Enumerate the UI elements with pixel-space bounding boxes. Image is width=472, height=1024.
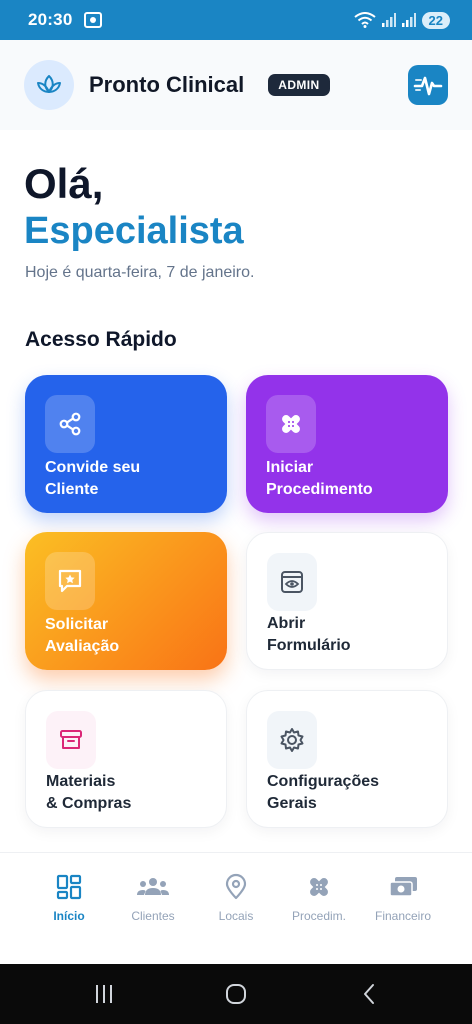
nav-finance[interactable]: Financeiro — [358, 873, 448, 923]
admin-badge: ADMIN — [268, 74, 330, 96]
bandage-icon — [310, 878, 328, 896]
greeting-name: Especialista — [24, 210, 244, 252]
wifi-icon — [353, 12, 376, 28]
card-label: Solicitar Avaliação — [45, 616, 120, 655]
nav-label: Início — [53, 909, 85, 923]
app-header: Pronto Clinical ADMIN — [0, 40, 472, 130]
nav-clients[interactable]: Clientes — [108, 873, 198, 923]
bottom-nav: Início Clientes Locais Procedim. Finance… — [0, 852, 472, 964]
nav-locations[interactable]: Locais — [191, 873, 281, 923]
status-time: 20:30 — [28, 10, 73, 29]
share-icon — [45, 395, 95, 453]
current-date: Hoje é quarta-feira, 7 de janeiro. — [25, 264, 255, 281]
health-pulse-button[interactable] — [408, 65, 448, 105]
quick-access-title: Acesso Rápido — [25, 328, 177, 351]
app-logo — [24, 60, 74, 110]
back-icon[interactable] — [358, 982, 382, 1006]
eye-card-icon — [267, 553, 317, 611]
start-procedure-card[interactable]: Iniciar Procedimento — [246, 375, 448, 513]
nav-label: Clientes — [131, 909, 175, 923]
star-message-icon — [45, 552, 95, 610]
card-label: Iniciar Procedimento — [266, 459, 373, 498]
nav-label: Locais — [218, 909, 254, 923]
card-label: Abrir Formulário — [267, 615, 351, 654]
archive-icon — [46, 711, 96, 769]
request-review-card[interactable]: Solicitar Avaliação — [25, 532, 227, 670]
status-icons: 22 — [353, 11, 450, 29]
status-bar: 20:30 22 — [0, 0, 472, 40]
nav-home[interactable]: Início — [24, 873, 114, 923]
screenshot-icon — [84, 12, 103, 28]
lotus-icon — [37, 75, 61, 93]
card-label: Convide seu Cliente — [45, 459, 141, 498]
card-label: Configurações Gerais — [267, 773, 380, 812]
users-icon — [137, 878, 169, 895]
system-nav-bar — [0, 964, 472, 1024]
materials-purchases-card[interactable]: Materiais & Compras — [25, 690, 227, 828]
open-form-card[interactable]: Abrir Formulário — [246, 532, 448, 670]
signal-icon — [381, 13, 396, 27]
app-title: Pronto Clinical — [89, 72, 245, 97]
bandage-icon — [266, 395, 316, 453]
general-settings-card[interactable]: Configurações Gerais — [246, 690, 448, 828]
nav-procedures[interactable]: Procedim. — [274, 873, 364, 923]
battery-badge: 22 — [421, 11, 450, 29]
card-label: Materiais & Compras — [46, 773, 132, 812]
map-pin-icon — [225, 873, 247, 900]
nav-label: Procedim. — [291, 909, 347, 923]
gear-icon — [267, 711, 317, 769]
grid-icon — [56, 874, 82, 900]
recent-apps-icon[interactable] — [92, 982, 116, 1006]
heart-pulse-icon — [413, 76, 443, 96]
invite-client-card[interactable]: Convide seu Cliente — [25, 375, 227, 513]
greeting-hello: Olá, — [24, 160, 104, 207]
nav-label: Financeiro — [374, 909, 432, 923]
money-icon — [389, 877, 417, 897]
signal-icon-2 — [401, 13, 416, 27]
home-button-icon[interactable] — [224, 982, 248, 1006]
